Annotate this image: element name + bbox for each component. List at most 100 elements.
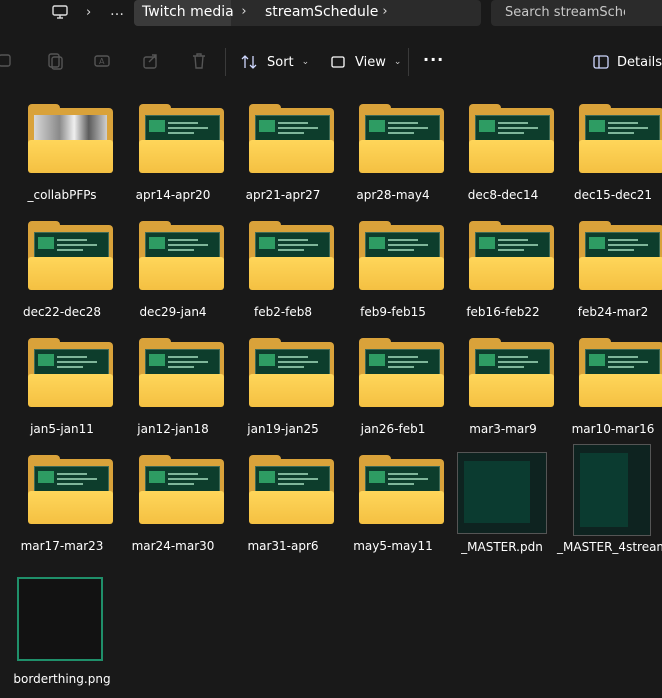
search-input[interactable]: Search streamSche bbox=[491, 0, 662, 26]
delete-icon[interactable] bbox=[190, 52, 208, 70]
folder-item[interactable]: mar24-mar30 bbox=[118, 453, 228, 565]
folder-item[interactable]: jan26-feb1 bbox=[338, 336, 448, 448]
sort-button[interactable]: Sort ⌄ bbox=[241, 50, 309, 74]
folder-name: mar31-apr6 bbox=[247, 539, 319, 553]
file-name: _MASTER_4stream.pdn bbox=[557, 540, 662, 554]
search-placeholder: Search streamSche bbox=[505, 5, 625, 20]
folder-item[interactable]: jan5-jan11 bbox=[7, 336, 117, 448]
folder-name: mar24-mar30 bbox=[131, 539, 215, 553]
folder-icon bbox=[448, 102, 558, 186]
toolbar-divider bbox=[225, 48, 226, 76]
cut-icon[interactable] bbox=[0, 52, 14, 70]
more-locations-icon[interactable]: … bbox=[110, 0, 125, 22]
rename-icon[interactable]: A bbox=[94, 52, 112, 70]
folder-item[interactable]: dec29-jan4 bbox=[118, 219, 228, 331]
folder-name: dec8-dec14 bbox=[467, 188, 539, 202]
view-button[interactable]: View ⌄ bbox=[331, 50, 401, 74]
folder-name: feb2-feb8 bbox=[253, 305, 313, 319]
folder-name: mar3-mar9 bbox=[469, 422, 537, 436]
folder-name: dec29-jan4 bbox=[139, 305, 207, 319]
folder-name: mar17-mar23 bbox=[20, 539, 104, 553]
folder-icon bbox=[228, 102, 338, 186]
folder-icon bbox=[558, 219, 662, 303]
folder-name: jan5-jan11 bbox=[30, 422, 94, 436]
folder-item[interactable]: feb24-mar2 bbox=[558, 219, 662, 331]
chevron-right-icon[interactable]: › bbox=[86, 0, 91, 28]
folder-icon bbox=[228, 219, 338, 303]
folder-item[interactable]: apr21-apr27 bbox=[228, 102, 338, 214]
folder-name: dec22-dec28 bbox=[22, 305, 102, 319]
folder-icon bbox=[338, 219, 448, 303]
folder-name: jan26-feb1 bbox=[360, 422, 426, 436]
folder-item[interactable]: mar10-mar16 bbox=[558, 336, 662, 448]
copy-icon[interactable] bbox=[46, 52, 64, 70]
folder-icon bbox=[118, 219, 228, 303]
this-pc-icon[interactable] bbox=[52, 5, 68, 19]
folder-icon bbox=[7, 336, 117, 420]
pdn-thumbnail bbox=[573, 444, 651, 536]
folder-name: mar10-mar16 bbox=[571, 422, 655, 436]
folder-icon bbox=[228, 336, 338, 420]
folder-item[interactable]: dec8-dec14 bbox=[448, 102, 558, 214]
file-item-master-pdn[interactable]: _MASTER.pdn bbox=[447, 450, 557, 570]
folder-name: dec15-dec21 bbox=[573, 188, 653, 202]
folder-name: _collabPFPs bbox=[27, 188, 97, 202]
folder-item[interactable]: apr14-apr20 bbox=[118, 102, 228, 214]
folder-item[interactable]: feb16-feb22 bbox=[448, 219, 558, 331]
folder-item[interactable]: jan19-jan25 bbox=[228, 336, 338, 448]
folder-icon bbox=[448, 219, 558, 303]
toolbar-divider bbox=[408, 48, 409, 76]
breadcrumb-separator-icon[interactable]: › bbox=[375, 0, 395, 25]
svg-text:A: A bbox=[99, 57, 105, 66]
pdn-thumbnail bbox=[457, 452, 547, 534]
folder-icon bbox=[338, 453, 448, 537]
folder-item[interactable]: dec22-dec28 bbox=[7, 219, 117, 331]
folder-icon bbox=[338, 336, 448, 420]
folder-icon bbox=[558, 102, 662, 186]
folder-name: jan19-jan25 bbox=[247, 422, 319, 436]
details-label: Details bbox=[617, 54, 662, 70]
sort-label: Sort bbox=[267, 54, 294, 70]
folder-item[interactable]: mar31-apr6 bbox=[228, 453, 338, 565]
sort-icon bbox=[241, 55, 257, 69]
folder-item[interactable]: feb2-feb8 bbox=[228, 219, 338, 331]
folder-icon bbox=[7, 219, 117, 303]
breadcrumb-separator-icon[interactable]: › bbox=[234, 0, 254, 25]
png-thumbnail[interactable] bbox=[17, 577, 103, 661]
folder-icon bbox=[448, 336, 558, 420]
folder-name: feb16-feb22 bbox=[466, 305, 540, 319]
chevron-down-icon: ⌄ bbox=[393, 57, 402, 67]
folder-item[interactable]: jan12-jan18 bbox=[118, 336, 228, 448]
folder-icon bbox=[118, 102, 228, 186]
folder-item[interactable]: dec15-dec21 bbox=[558, 102, 662, 214]
folder-item[interactable]: _collabPFPs bbox=[7, 102, 117, 214]
folder-icon bbox=[558, 336, 662, 420]
chevron-down-icon: ⌄ bbox=[301, 57, 310, 67]
folder-name: feb9-feb15 bbox=[360, 305, 426, 319]
folder-item[interactable]: apr28-may4 bbox=[338, 102, 448, 214]
folder-name: apr28-may4 bbox=[356, 188, 430, 202]
folder-item[interactable]: mar3-mar9 bbox=[448, 336, 558, 448]
breadcrumb-twitch-media[interactable]: Twitch media bbox=[142, 4, 234, 20]
share-icon[interactable] bbox=[142, 52, 160, 70]
folder-name: feb24-mar2 bbox=[577, 305, 649, 319]
view-icon bbox=[331, 56, 345, 68]
folder-item[interactable]: feb9-feb15 bbox=[338, 219, 448, 331]
folder-item[interactable]: mar17-mar23 bbox=[7, 453, 117, 565]
address-bar: › … Twitch media › streamSchedule › Sear… bbox=[0, 0, 662, 30]
folder-name: apr14-apr20 bbox=[135, 188, 211, 202]
folder-icon bbox=[118, 336, 228, 420]
file-item-master-4stream-pdn[interactable]: _MASTER_4stream.pdn bbox=[557, 442, 662, 572]
file-name: _MASTER.pdn bbox=[461, 540, 543, 554]
folder-item[interactable]: may5-may11 bbox=[338, 453, 448, 565]
details-pane-button[interactable]: Details bbox=[593, 50, 662, 74]
folder-name: apr21-apr27 bbox=[245, 188, 321, 202]
view-label: View bbox=[355, 54, 386, 70]
folder-icon bbox=[228, 453, 338, 537]
folder-name: jan12-jan18 bbox=[137, 422, 209, 436]
folder-name: may5-may11 bbox=[353, 539, 433, 553]
details-pane-icon bbox=[593, 55, 609, 69]
folder-icon bbox=[7, 453, 117, 537]
breadcrumb-stream-schedule[interactable]: streamSchedule bbox=[265, 4, 378, 20]
more-options-icon[interactable]: ··· bbox=[423, 50, 444, 69]
